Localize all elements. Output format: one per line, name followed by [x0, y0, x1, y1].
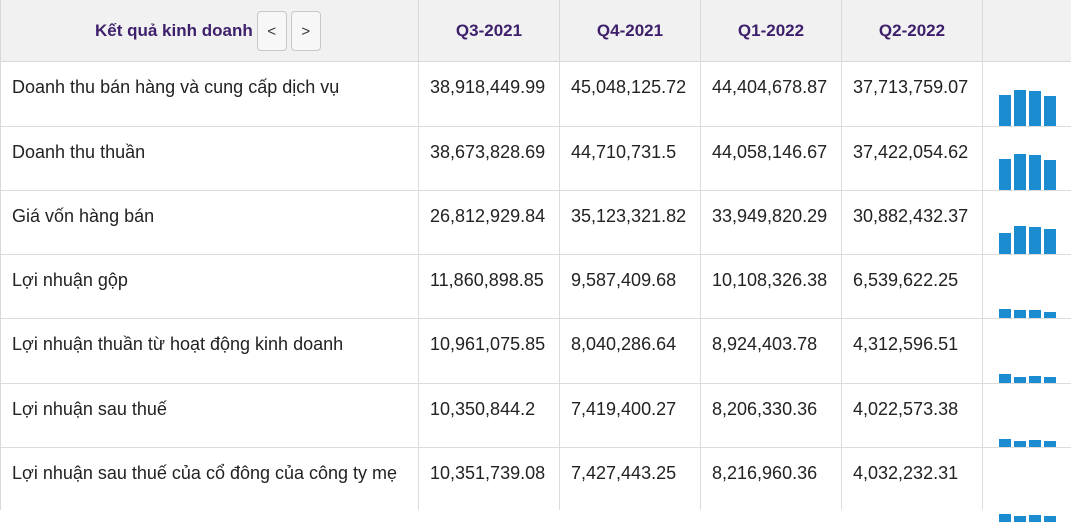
value-cell: 44,710,731.5: [560, 127, 701, 190]
value-cell: 4,032,232.31: [842, 448, 983, 510]
table-title: Kết quả kinh doanh: [95, 21, 253, 40]
table-row: Lợi nhuận thuần từ hoạt động kinh doanh …: [1, 319, 1071, 384]
prev-period-button[interactable]: <: [256, 11, 287, 51]
period-header-1: Q3-2021: [419, 0, 560, 62]
mini-bar: [1029, 310, 1041, 318]
mini-bar-chart[interactable]: [999, 214, 1059, 254]
value-cell: 7,419,400.27: [560, 384, 701, 447]
value-cell: 37,422,054.62: [842, 127, 983, 190]
mini-bar-chart[interactable]: [999, 343, 1059, 383]
mini-bar: [999, 514, 1011, 522]
period-header-3: Q1-2022: [701, 0, 842, 62]
table-row: Giá vốn hàng bán 26,812,929.84 35,123,32…: [1, 191, 1071, 255]
sparkline-cell[interactable]: [983, 448, 1071, 522]
row-label: Lợi nhuận sau thuế: [1, 384, 419, 447]
row-label: Giá vốn hàng bán: [1, 191, 419, 254]
mini-bar: [1029, 515, 1041, 522]
value-cell: 30,882,432.37: [842, 191, 983, 254]
mini-bar: [999, 309, 1011, 318]
value-cell: 4,022,573.38: [842, 384, 983, 447]
sparkline-cell[interactable]: [983, 255, 1071, 318]
mini-bar: [1014, 310, 1026, 318]
mini-bar: [1029, 91, 1041, 126]
mini-bar: [999, 374, 1011, 383]
mini-bar: [1044, 516, 1056, 522]
mini-bar: [999, 439, 1011, 447]
row-label: Lợi nhuận thuần từ hoạt động kinh doanh: [1, 319, 419, 383]
sparkline-cell[interactable]: [983, 319, 1071, 383]
mini-bar: [1044, 441, 1056, 447]
mini-bar: [1044, 229, 1056, 254]
value-cell: 44,058,146.67: [701, 127, 842, 190]
sparkline-header: [983, 0, 1071, 62]
table-row: Lợi nhuận sau thuế 10,350,844.2 7,419,40…: [1, 384, 1071, 448]
value-cell: 26,812,929.84: [419, 191, 560, 254]
value-cell: 37,713,759.07: [842, 62, 983, 126]
value-cell: 11,860,898.85: [419, 255, 560, 318]
value-cell: 45,048,125.72: [560, 62, 701, 126]
value-cell: 8,216,960.36: [701, 448, 842, 510]
mini-bar-chart[interactable]: [999, 86, 1059, 126]
mini-bar: [999, 233, 1011, 254]
next-period-button[interactable]: >: [290, 11, 321, 51]
row-label: Lợi nhuận gộp: [1, 255, 419, 318]
mini-bar: [1044, 377, 1056, 383]
mini-bar: [1044, 312, 1056, 318]
business-results-table: Kết quả kinh doanh < > Q3-2021 Q4-2021 Q…: [0, 0, 1071, 522]
mini-bar-chart[interactable]: [999, 150, 1059, 190]
mini-bar: [1029, 227, 1041, 254]
value-cell: 38,673,828.69: [419, 127, 560, 190]
header-title-cell: Kết quả kinh doanh < >: [1, 0, 419, 62]
mini-bar: [1014, 516, 1026, 522]
mini-bar: [1029, 376, 1041, 383]
table-row: Lợi nhuận sau thuế của cổ đông của công …: [1, 448, 1071, 522]
row-label: Doanh thu thuần: [1, 127, 419, 190]
mini-bar-chart[interactable]: [999, 278, 1059, 318]
value-cell: 10,350,844.2: [419, 384, 560, 447]
sparkline-cell[interactable]: [983, 384, 1071, 447]
mini-bar: [999, 159, 1011, 190]
row-label: Doanh thu bán hàng và cung cấp dịch vụ: [1, 62, 419, 126]
table-row: Doanh thu thuần 38,673,828.69 44,710,731…: [1, 127, 1071, 191]
mini-bar: [1029, 440, 1041, 447]
mini-bar: [1044, 160, 1056, 190]
value-cell: 10,961,075.85: [419, 319, 560, 383]
value-cell: 4,312,596.51: [842, 319, 983, 383]
table-header: Kết quả kinh doanh < > Q3-2021 Q4-2021 Q…: [1, 0, 1071, 62]
value-cell: 38,918,449.99: [419, 62, 560, 126]
sparkline-cell[interactable]: [983, 191, 1071, 254]
value-cell: 7,427,443.25: [560, 448, 701, 510]
mini-bar: [1044, 96, 1056, 126]
mini-bar: [1014, 154, 1026, 190]
table-row: Lợi nhuận gộp 11,860,898.85 9,587,409.68…: [1, 255, 1071, 319]
mini-bar-chart[interactable]: [999, 407, 1059, 447]
mini-bar: [999, 95, 1011, 126]
sparkline-cell[interactable]: [983, 127, 1071, 190]
value-cell: 10,108,326.38: [701, 255, 842, 318]
value-cell: 44,404,678.87: [701, 62, 842, 126]
table-row: Doanh thu bán hàng và cung cấp dịch vụ 3…: [1, 62, 1071, 127]
mini-bar: [1029, 155, 1041, 190]
mini-bar: [1014, 226, 1026, 254]
value-cell: 8,924,403.78: [701, 319, 842, 383]
period-header-4: Q2-2022: [842, 0, 983, 62]
value-cell: 35,123,321.82: [560, 191, 701, 254]
value-cell: 10,351,739.08: [419, 448, 560, 510]
sparkline-cell[interactable]: [983, 62, 1071, 126]
value-cell: 33,949,820.29: [701, 191, 842, 254]
value-cell: 6,539,622.25: [842, 255, 983, 318]
mini-bar: [1014, 441, 1026, 447]
period-header-2: Q4-2021: [560, 0, 701, 62]
mini-bar: [1014, 377, 1026, 383]
mini-bar-chart[interactable]: [999, 482, 1059, 522]
value-cell: 8,040,286.64: [560, 319, 701, 383]
value-cell: 9,587,409.68: [560, 255, 701, 318]
row-label: Lợi nhuận sau thuế của cổ đông của công …: [1, 448, 419, 510]
mini-bar: [1014, 90, 1026, 126]
value-cell: 8,206,330.36: [701, 384, 842, 447]
